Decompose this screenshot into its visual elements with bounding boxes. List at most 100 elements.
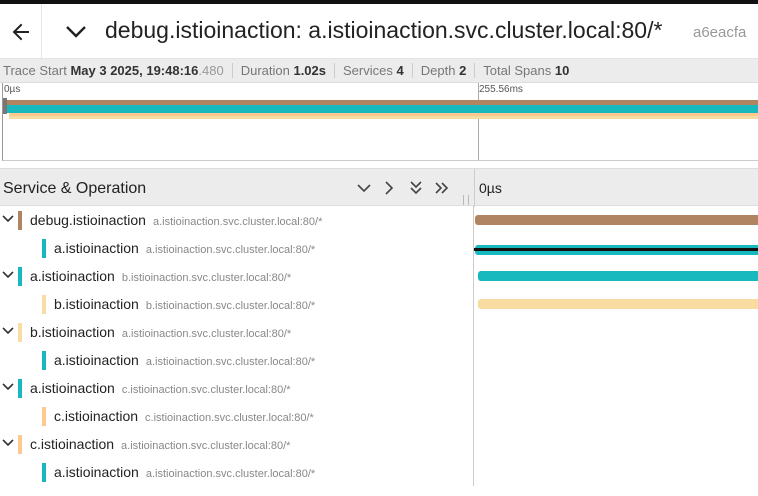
service-name: debug.istioinaction [30,212,146,228]
back-button[interactable] [0,4,42,59]
service-color-bar [18,323,22,342]
chevron-right-icon [385,181,394,195]
operation-name: b.istioinaction.svc.cluster.local:80/* [121,272,292,284]
trace-title: debug.istioinaction: a.istioinaction.svc… [105,17,663,43]
minimap-tick-0: 0µs [4,84,21,95]
operation-name: c.istioinaction.svc.cluster.local:80/* [145,412,314,424]
service-name: c.istioinaction [30,436,115,452]
service-color-bar [42,407,46,426]
chevron-down-icon[interactable] [2,325,14,337]
span-name-cell[interactable]: c.istioinaction a.istioinaction.svc.clust… [0,430,474,458]
minimap-tick-line [478,83,479,160]
trace-meta-bar: Trace Start May 3 2025, 19:48:16.480 Dur… [0,59,758,83]
span-row[interactable]: c.istioinaction a.istioinaction.svc.clust… [0,430,758,458]
span-service-label: c.istioinaction a.istioinaction.svc.clust… [30,436,290,452]
operation-name: a.istioinaction.svc.cluster.local:80/* [152,216,323,228]
operation-name: c.istioinaction.svc.cluster.local:80/* [121,384,291,396]
trace-start-label: Trace Start [3,63,67,78]
expand-all-button[interactable] [433,179,451,197]
operation-name: b.istioinaction.svc.cluster.local:80/* [145,300,316,312]
double-chevron-right-icon [435,182,449,194]
span-name-cell[interactable]: a.istioinaction a.istioinaction.svc.clust… [0,458,474,486]
chevron-down-icon [66,26,86,38]
service-color-bar [42,295,46,314]
chevron-down-icon [357,184,371,193]
span-bar-a[interactable] [478,271,758,281]
service-operation-column-title: Service & Operation [3,180,147,197]
span-service-label: debug.istioinaction a.istioinaction.svc.c… [30,212,322,228]
depth-value: 2 [459,63,467,78]
duration-value: 1.02s [293,63,327,78]
span-duration-line [474,248,758,251]
chevron-down-icon[interactable] [2,437,14,449]
span-name-cell[interactable]: b.istioinaction b.istioinaction.svc.clust… [0,290,474,318]
span-name-cell[interactable]: b.istioinaction a.istioinaction.svc.clust… [0,318,474,346]
operation-name: a.istioinaction.svc.cluster.local:80/* [121,440,291,452]
service-color-bar [18,267,22,286]
chevron-down-icon[interactable] [2,381,14,393]
operation-name: a.istioinaction.svc.cluster.local:80/* [145,468,316,480]
span-bar-debug[interactable] [475,215,758,225]
span-row[interactable]: a.istioinaction a.istioinaction.svc.clust… [0,346,758,374]
service-name: b.istioinaction [30,324,115,340]
service-color-bar [42,463,46,482]
service-color-bar [18,379,22,398]
span-row[interactable]: a.istioinaction a.istioinaction.svc.clust… [0,458,758,486]
span-name-cell[interactable]: a.istioinaction a.istioinaction.svc.clust… [0,234,474,262]
service-color-bar [18,435,22,454]
minimap-span-a [7,105,758,113]
chevron-down-icon[interactable] [2,269,14,281]
depth-label: Depth [420,63,456,78]
span-row[interactable]: c.istioinaction c.istioinaction.svc.clust… [0,402,758,430]
duration-label: Duration [240,63,290,78]
span-service-label: a.istioinaction b.istioinaction.svc.clust… [30,268,291,284]
span-name-cell[interactable]: a.istioinaction b.istioinaction.svc.clust… [0,262,474,290]
span-service-label: b.istioinaction a.istioinaction.svc.clust… [30,324,291,340]
total-spans-label: Total Spans [483,63,552,78]
total-spans-value: 10 [554,63,570,78]
collapse-header-button[interactable] [60,18,92,46]
span-row[interactable]: a.istioinaction c.istioinaction.svc.clust… [0,374,758,402]
service-name: a.istioinaction [54,464,139,480]
minimap-drag-handle[interactable] [3,98,7,114]
trace-id: a6eacfa [693,24,747,41]
operation-name: a.istioinaction.svc.cluster.local:80/* [145,244,316,256]
span-service-label: a.istioinaction c.istioinaction.svc.clust… [30,380,291,396]
span-name-cell[interactable]: c.istioinaction c.istioinaction.svc.clust… [0,402,474,430]
span-grid-header: Service & Operation 0µs [0,168,758,207]
service-name: c.istioinaction [54,408,139,424]
span-bar-b[interactable] [478,299,758,309]
timeline-start-label: 0µs [479,180,502,196]
header-divider [474,169,475,207]
span-name-cell[interactable]: a.istioinaction a.istioinaction.svc.clust… [0,346,474,374]
double-chevron-down-icon [410,181,422,195]
service-name: a.istioinaction [30,380,115,396]
service-name: b.istioinaction [54,296,139,312]
service-color-bar [42,239,46,258]
minimap-span-b [9,116,758,119]
services-label: Services [343,63,393,78]
span-service-label: b.istioinaction b.istioinaction.svc.clust… [54,296,315,312]
service-name: a.istioinaction [30,268,115,284]
chevron-down-icon[interactable] [2,213,14,225]
trace-header: debug.istioinaction: a.istioinaction.svc… [0,0,758,59]
operation-name: a.istioinaction.svc.cluster.local:80/* [145,356,316,368]
span-service-label: a.istioinaction a.istioinaction.svc.clust… [54,352,315,368]
services-value: 4 [396,63,404,78]
arrow-left-icon [12,23,29,40]
column-resizer[interactable] [463,195,469,205]
operation-name: a.istioinaction.svc.cluster.local:80/* [121,328,292,340]
trace-minimap[interactable]: 0µs 255.56ms [2,83,758,161]
span-name-cell[interactable]: a.istioinaction c.istioinaction.svc.clust… [0,374,474,402]
service-name: a.istioinaction [54,240,139,256]
expand-one-button[interactable] [380,179,398,197]
service-name: a.istioinaction [54,352,139,368]
span-name-cell[interactable]: debug.istioinaction a.istioinaction.svc.c… [0,206,474,234]
span-row[interactable]: b.istioinaction a.istioinaction.svc.clust… [0,318,758,346]
trace-start-ms: .480 [198,63,224,78]
span-rows: debug.istioinaction a.istioinaction.svc.c… [0,206,758,496]
collapse-one-button[interactable] [355,179,373,197]
span-service-label: a.istioinaction a.istioinaction.svc.clust… [54,464,315,480]
minimap-tick-1: 255.56ms [479,84,523,95]
collapse-all-button[interactable] [407,179,425,197]
